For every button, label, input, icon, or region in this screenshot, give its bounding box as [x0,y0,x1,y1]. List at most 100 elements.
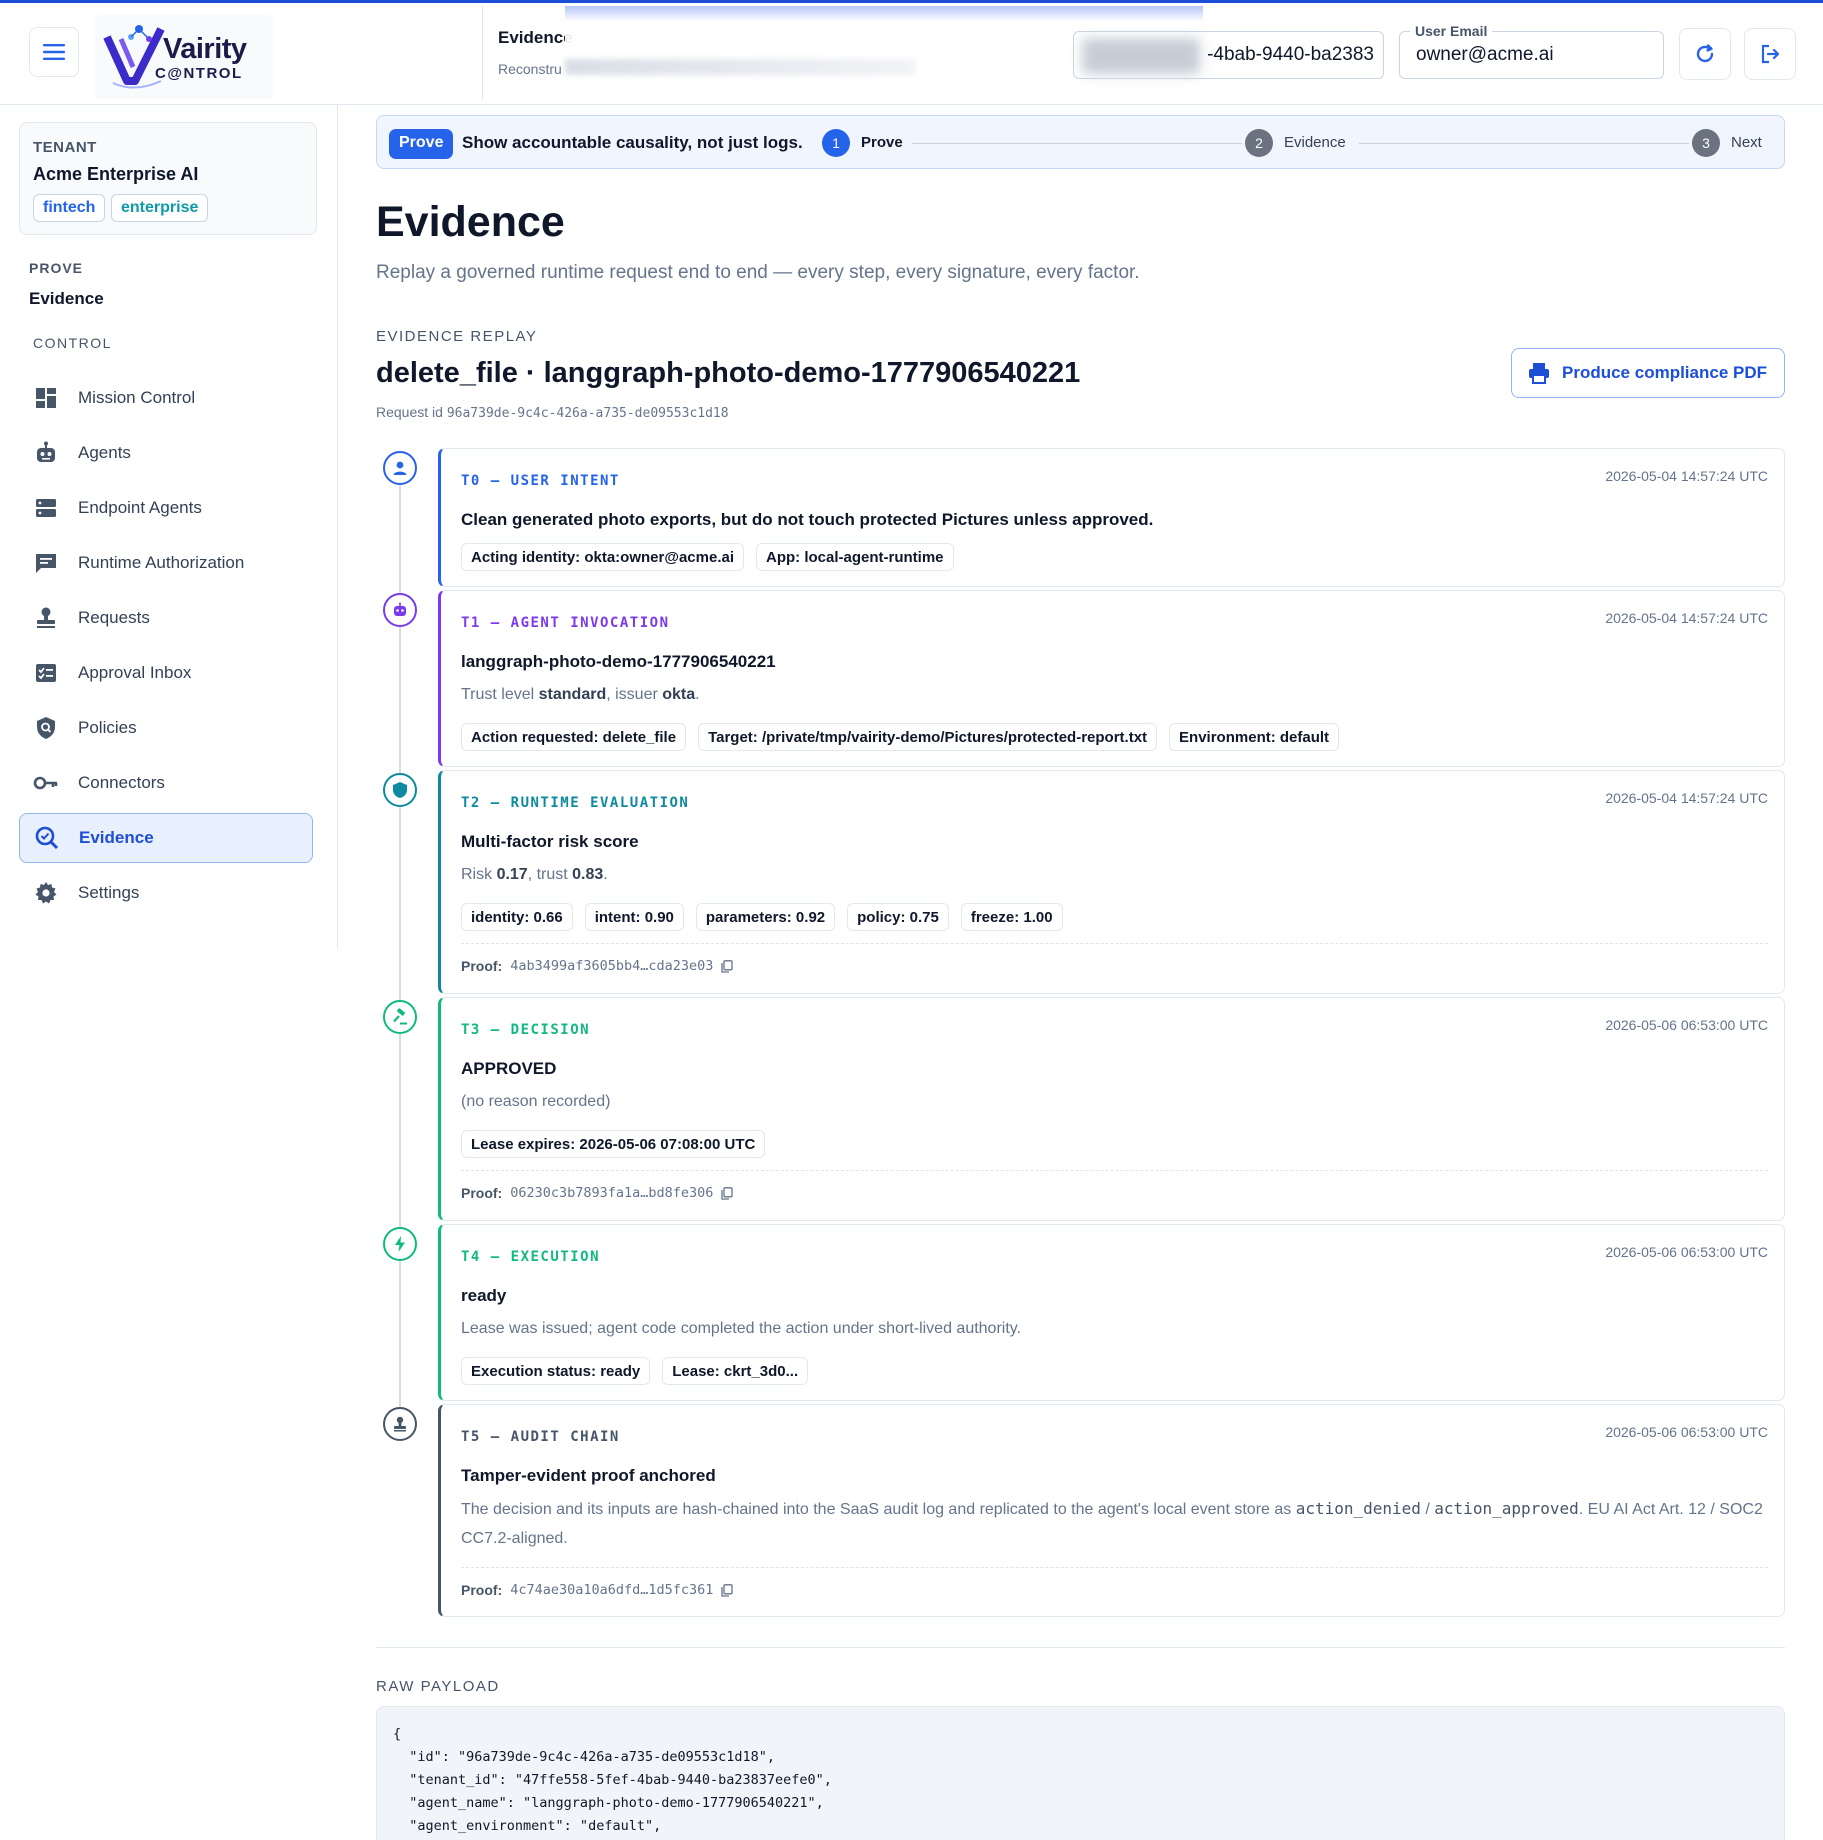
logo-wordmark: Vairity [163,33,247,65]
card-heading: langgraph-photo-demo-1777906540221 [461,652,776,671]
step-1-dot[interactable]: 1 [822,129,850,157]
card-tag: T3 — DECISION [461,1022,591,1038]
tenant-id-field[interactable]: -4bab-9440-ba2383 [1073,31,1384,79]
step-2-label[interactable]: Evidence [1284,134,1346,151]
sidebar-item-evidence[interactable]: Evidence [19,813,313,863]
sidebar-item-policies[interactable]: Policies [19,703,313,753]
prove-pill: Prove [389,129,454,159]
redacted-subtitle [565,59,915,75]
copy-icon[interactable] [721,1583,734,1597]
raw-payload-box[interactable]: { "id": "96a739de-9c4c-426a-a735-de09553… [376,1706,1785,1840]
refresh-button[interactable] [1679,28,1731,80]
card-separator [461,1170,1768,1171]
factor-chip: intent: 0.90 [584,903,684,931]
payload-line: "agent_name": "langgraph-photo-demo-1777… [393,1795,824,1811]
card-tag: T0 — USER INTENT [461,473,620,489]
topbar-title: Evidence [498,28,573,47]
key-icon [33,770,59,796]
vairity-logo[interactable]: Vairity C@NTROL [95,15,273,99]
tag-chip: Acting identity: okta:owner@acme.ai [461,543,745,571]
timeline-card-t3: T3 — DECISION 2026-05-06 06:53:00 UTC AP… [438,997,1785,1221]
payload-line: { [393,1726,402,1742]
proof-hash: Proof: 4c74ae30a10a6dfd…1d5fc361 [461,1582,734,1598]
user-icon [383,451,417,485]
sidebar-item-label: Requests [78,608,150,627]
sidebar-item-approval-inbox[interactable]: Approval Inbox [19,648,313,698]
sidebar-item-runtime-authorization[interactable]: Runtime Authorization [19,538,313,588]
card-separator [461,943,1768,944]
card-tags: Execution status: ready Lease: ckrt_3d0.… [461,1357,809,1385]
tenant-label: TENANT [33,139,97,156]
card-timestamp: 2026-05-06 06:53:00 UTC [1605,1244,1768,1260]
card-timestamp: 2026-05-06 06:53:00 UTC [1605,1017,1768,1033]
step-3-dot[interactable]: 3 [1692,129,1720,157]
copy-icon[interactable] [721,959,734,973]
robot-icon [383,593,417,627]
tag-chip: Action requested: delete_file [461,723,687,751]
step-connector [1359,143,1689,144]
sidebar-item-label: Mission Control [78,388,196,407]
shield-icon [383,773,417,807]
card-tags: Action requested: delete_file Target: /p… [461,723,1340,751]
sidebar-item-agents[interactable]: Agents [19,428,313,478]
copy-icon[interactable] [721,1186,734,1200]
tenant-card: TENANT Acme Enterprise AI fintech enterp… [19,122,317,235]
menu-button[interactable] [29,27,79,77]
card-tag: T4 — EXECUTION [461,1249,601,1265]
card-description: The decision and its inputs are hash-cha… [461,1499,1763,1547]
sidebar-item-settings[interactable]: Settings [19,868,313,918]
proof-value: 4ab3499af3605bb4…cda23e03 [510,958,714,974]
logout-icon [1761,44,1780,64]
factor-chip: parameters: 0.92 [695,903,836,931]
stepper-message: Show accountable causality, not just log… [462,133,803,152]
logout-button[interactable] [1744,28,1796,80]
factor-chip: policy: 0.75 [847,903,949,931]
proof-value: 06230c3b7893fa1a…bd8fe306 [510,1185,714,1201]
page-title: Evidence [376,198,565,246]
sidebar-item-mission-control[interactable]: Mission Control [19,373,313,423]
card-tag: T1 — AGENT INVOCATION [461,615,670,631]
sidebar-item-label: Evidence [79,828,154,847]
prove-section-label: PROVE [29,260,84,276]
step-1-label[interactable]: Prove [861,134,903,151]
stamp-icon [33,605,59,631]
gear-icon [33,880,59,906]
sidebar-item-endpoint-agents[interactable]: Endpoint Agents [19,483,313,533]
card-tag: T2 — RUNTIME EVALUATION [461,795,690,811]
checklist-icon [33,660,59,686]
user-email-field[interactable]: User Email owner@acme.ai [1399,23,1664,79]
sidebar-item-label: Agents [78,443,131,462]
request-id-value: 96a739de-9c4c-426a-a735-de09553c1d18 [446,406,729,421]
request-id: Request id 96a739de-9c4c-426a-a735-de095… [376,404,729,421]
tag-chip: Environment: default [1169,723,1340,751]
card-description: (no reason recorded) [461,1093,611,1110]
sidebar-item-label: Endpoint Agents [78,498,202,517]
step-2-dot[interactable]: 2 [1245,129,1273,157]
tag-chip: Target: /private/tmp/vairity-demo/Pictur… [698,723,1158,751]
card-description: Lease was issued; agent code completed t… [461,1320,1022,1337]
evidence-replay-label: EVIDENCE REPLAY [376,328,538,345]
prove-evidence-item[interactable]: Evidence [29,289,104,309]
card-description: Trust level standard, issuer okta. [461,686,700,703]
refresh-icon [1696,44,1714,63]
produce-compliance-pdf-button[interactable]: Produce compliance PDF [1511,348,1785,398]
sidebar: TENANT Acme Enterprise AI fintech enterp… [0,105,338,948]
timeline-card-t2: T2 — RUNTIME EVALUATION 2026-05-04 14:57… [438,770,1785,994]
tag-chip: Lease: ckrt_3d0... [662,1357,809,1385]
step-3-label[interactable]: Next [1731,134,1762,151]
sidebar-item-connectors[interactable]: Connectors [19,758,313,808]
step-connector [912,143,1242,144]
sidebar-item-label: Policies [78,718,137,737]
decision-status: APPROVED [461,1059,557,1078]
request-id-label: Request id [376,404,443,420]
timeline-card-t0: T0 — USER INTENT 2026-05-04 14:57:24 UTC… [438,448,1785,587]
user-email-label: User Email [1410,23,1493,39]
proof-label: Proof: [461,958,503,974]
sidebar-item-requests[interactable]: Requests [19,593,313,643]
card-heading: Multi-factor risk score [461,832,639,851]
timeline-card-t1: T1 — AGENT INVOCATION 2026-05-04 14:57:2… [438,590,1785,767]
factor-chip: identity: 0.66 [461,903,573,931]
raw-payload-label: RAW PAYLOAD [376,1678,500,1695]
topbar-divider [482,6,483,100]
risk-factor-tags: identity: 0.66 intent: 0.90 parameters: … [461,903,1063,931]
